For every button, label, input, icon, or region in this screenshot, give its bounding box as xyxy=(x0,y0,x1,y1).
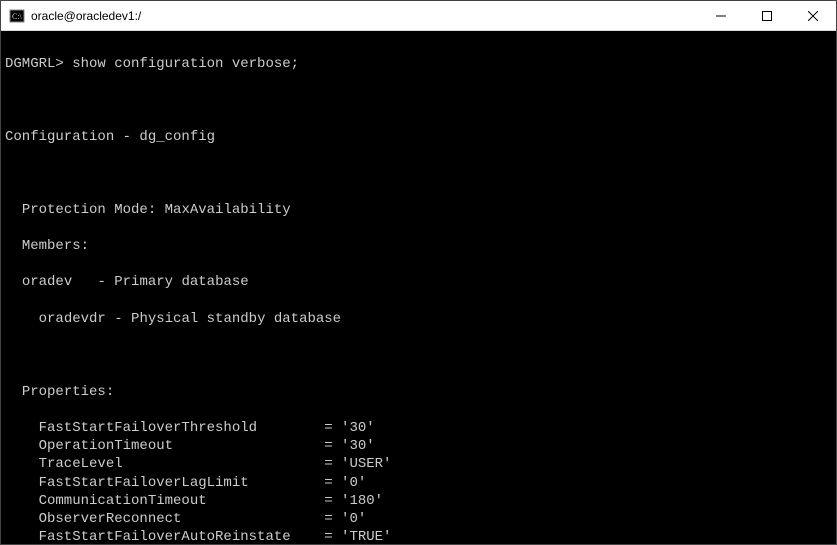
window-title: oracle@oracledev1:/ xyxy=(31,9,698,23)
close-button[interactable] xyxy=(790,1,836,30)
member-name: oradevdr xyxy=(39,311,106,327)
blank-line xyxy=(5,92,832,110)
minimize-button[interactable] xyxy=(698,1,744,30)
svg-text:C:\: C:\ xyxy=(12,12,23,21)
property-row: FastStartFailoverAutoReinstate = 'TRUE' xyxy=(5,528,832,544)
member-row: oradev - Primary database xyxy=(5,273,832,291)
terminal-window: C:\ oracle@oracledev1:/ DGMGRL> show con… xyxy=(0,0,837,545)
properties-label: Properties: xyxy=(5,383,832,401)
member-row: oradevdr - Physical standby database xyxy=(5,310,832,328)
member-name: oradev xyxy=(22,274,72,290)
member-role: Physical standby database xyxy=(131,311,341,327)
maximize-button[interactable] xyxy=(744,1,790,30)
protection-mode-value: MaxAvailability xyxy=(165,202,291,218)
property-row: FastStartFailoverLagLimit = '0' xyxy=(5,474,832,492)
blank-line xyxy=(5,346,832,364)
protection-mode-line: Protection Mode: MaxAvailability xyxy=(5,201,832,219)
terminal-area[interactable]: DGMGRL> show configuration verbose; Conf… xyxy=(1,31,836,544)
member-role: Primary database xyxy=(114,274,248,290)
members-label: Members: xyxy=(5,237,832,255)
property-row: FastStartFailoverThreshold = '30' xyxy=(5,419,832,437)
app-icon: C:\ xyxy=(9,8,25,24)
property-row: CommunicationTimeout = '180' xyxy=(5,492,832,510)
titlebar[interactable]: C:\ oracle@oracledev1:/ xyxy=(1,1,836,31)
blank-line xyxy=(5,164,832,182)
prompt: DGMGRL> xyxy=(5,56,64,72)
command-text: show configuration verbose; xyxy=(72,56,299,72)
prompt-line: DGMGRL> show configuration verbose; xyxy=(5,55,832,73)
window-controls xyxy=(698,1,836,30)
config-header: Configuration - dg_config xyxy=(5,128,832,146)
property-row: OperationTimeout = '30' xyxy=(5,437,832,455)
protection-mode-label: Protection Mode: xyxy=(22,202,156,218)
property-row: ObserverReconnect = '0' xyxy=(5,510,832,528)
property-row: TraceLevel = 'USER' xyxy=(5,455,832,473)
